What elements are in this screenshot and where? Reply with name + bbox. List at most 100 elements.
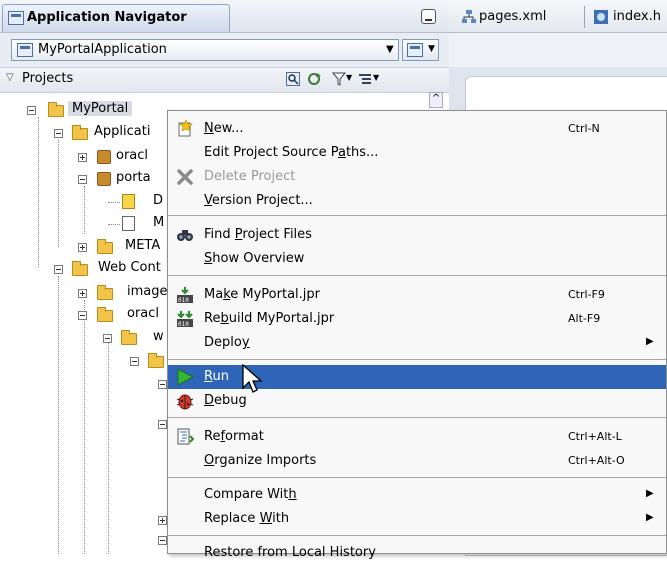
menu-separator bbox=[168, 535, 666, 536]
chevron-up-icon: ^ bbox=[432, 93, 441, 104]
menu-item-find-project-files[interactable]: Find Project Files bbox=[168, 223, 666, 247]
editor-toolbar bbox=[449, 33, 667, 67]
tree-node-file[interactable]: D bbox=[0, 191, 167, 213]
menu-item-organize-imports[interactable]: Organize Imports Ctrl+Alt-O bbox=[168, 449, 666, 473]
binoculars-icon bbox=[177, 230, 193, 241]
collapse-icon[interactable] bbox=[78, 311, 87, 320]
refresh-icon[interactable] bbox=[307, 72, 321, 86]
menu-item-compare-with[interactable]: Compare With ▶ bbox=[168, 483, 666, 507]
projects-label: Projects bbox=[22, 71, 74, 86]
tree-node-file[interactable]: M bbox=[0, 213, 167, 235]
menu-separator bbox=[168, 275, 666, 276]
menu-item-restore-from-local-history[interactable]: Restore from Local History bbox=[168, 541, 666, 565]
application-selector[interactable]: MyPortalApplication ▼ bbox=[11, 39, 399, 61]
tree-node-webcenter-folder[interactable]: w bbox=[0, 327, 167, 349]
menu-item-version-project[interactable]: Version Project... bbox=[168, 189, 666, 213]
menu-item-make[interactable]: 010 Make MyPortal.jpr Ctrl-F9 bbox=[168, 283, 666, 307]
folder-icon bbox=[121, 330, 137, 345]
folder-icon bbox=[72, 125, 88, 140]
menu-item-label: Run bbox=[204, 369, 229, 384]
filter-icon[interactable] bbox=[332, 72, 346, 86]
view-options-dropdown-icon[interactable]: ▼ bbox=[373, 73, 379, 82]
navigator-tab-title: Application Navigator bbox=[27, 10, 187, 25]
menu-item-delete-project[interactable]: Delete Project bbox=[168, 165, 666, 189]
file-icon bbox=[122, 216, 135, 231]
tree-node-label: MyPortal bbox=[68, 101, 133, 116]
dropdown-arrow-icon: ▼ bbox=[386, 44, 394, 55]
menu-separator bbox=[168, 477, 666, 478]
application-menu-button[interactable]: ▼ bbox=[402, 39, 439, 61]
jsf-page-icon bbox=[594, 10, 608, 24]
tree-node-label: M bbox=[153, 215, 165, 230]
menu-item-label: Compare With bbox=[204, 487, 297, 502]
collapse-icon[interactable] bbox=[54, 129, 63, 138]
menu-item-new[interactable]: New... Ctrl-N bbox=[168, 117, 666, 141]
navigator-tab-bar: Application Navigator bbox=[0, 0, 449, 33]
delete-icon bbox=[177, 169, 193, 185]
collapse-icon[interactable] bbox=[78, 175, 87, 184]
expand-icon[interactable] bbox=[78, 243, 87, 252]
menu-item-edit-project-source-paths[interactable]: Edit Project Source Paths... bbox=[168, 141, 666, 165]
editor-tab-label: index.h bbox=[613, 9, 661, 24]
new-gallery-icon bbox=[178, 120, 193, 137]
package-icon bbox=[97, 150, 111, 164]
folder-icon bbox=[72, 261, 88, 276]
submenu-arrow-icon: ▶ bbox=[646, 336, 654, 347]
tree-node-myportal[interactable]: MyPortal bbox=[0, 99, 160, 121]
tree-node-label: oracl bbox=[127, 306, 160, 321]
expand-icon[interactable] bbox=[78, 289, 87, 298]
folder-icon bbox=[97, 307, 113, 322]
menu-item-label: Debug bbox=[204, 393, 247, 408]
menu-item-label: Deploy bbox=[204, 335, 250, 350]
tree-node-label: META bbox=[125, 238, 161, 253]
collapse-icon[interactable] bbox=[54, 265, 63, 274]
tree-node-package[interactable]: porta bbox=[0, 168, 167, 190]
tree-node-label: Applicati bbox=[94, 124, 151, 139]
search-icon[interactable] bbox=[286, 72, 300, 86]
collapse-icon[interactable] bbox=[158, 380, 167, 389]
filter-dropdown-icon[interactable]: ▼ bbox=[346, 73, 352, 82]
menu-item-reformat[interactable]: Reformat Ctrl+Alt-L bbox=[168, 425, 666, 449]
menu-item-label: Edit Project Source Paths... bbox=[204, 145, 379, 160]
editor-tab-bar: pages.xml index.h bbox=[449, 0, 667, 33]
editor-tab-label: pages.xml bbox=[479, 9, 547, 24]
tree-node-images[interactable]: image bbox=[0, 282, 168, 304]
expand-icon[interactable] bbox=[158, 516, 167, 525]
view-options-icon[interactable] bbox=[358, 72, 372, 86]
menu-item-label: Make MyPortal.jpr bbox=[204, 287, 320, 302]
run-play-icon bbox=[177, 368, 194, 386]
tree-node-collapsed[interactable] bbox=[0, 350, 167, 372]
application-navigator-icon bbox=[8, 11, 24, 25]
menu-item-show-overview[interactable]: Show Overview bbox=[168, 247, 666, 271]
menu-item-shortcut: Ctrl-N bbox=[568, 122, 600, 135]
minimize-button[interactable] bbox=[421, 9, 436, 24]
collapse-icon[interactable] bbox=[103, 334, 112, 343]
tree-node-application-sources[interactable]: Applicati bbox=[0, 122, 167, 144]
collapse-icon[interactable] bbox=[27, 106, 36, 115]
menu-item-shortcut: Ctrl-F9 bbox=[568, 288, 605, 301]
menu-item-deploy[interactable]: Deploy ▶ bbox=[168, 331, 666, 355]
scroll-up-button[interactable]: ^ bbox=[429, 92, 443, 108]
menu-item-label: New... bbox=[204, 121, 244, 136]
menu-item-rebuild[interactable]: 010 Rebuild MyPortal.jpr Alt-F9 bbox=[168, 307, 666, 331]
collapse-projects-icon[interactable]: ▽ bbox=[6, 72, 14, 83]
tree-node-web-content[interactable]: Web Cont bbox=[0, 258, 167, 280]
collapse-icon[interactable] bbox=[158, 536, 167, 545]
folder-icon bbox=[97, 285, 113, 300]
collapse-icon[interactable] bbox=[158, 420, 167, 429]
collapse-icon[interactable] bbox=[130, 357, 139, 366]
expand-icon[interactable] bbox=[78, 153, 87, 162]
tree-node-oracle-folder[interactable]: oracl bbox=[0, 304, 167, 326]
mouse-cursor-icon bbox=[242, 364, 263, 393]
application-selector-bar: MyPortalApplication ▼ ▼ bbox=[0, 33, 449, 68]
package-icon bbox=[97, 172, 111, 186]
tree-node-package[interactable]: oracl bbox=[0, 146, 167, 168]
application-navigator-tab[interactable]: Application Navigator bbox=[2, 4, 230, 32]
menu-item-label: Delete Project bbox=[204, 169, 296, 184]
tree-node-label: D bbox=[153, 193, 164, 208]
tree-node-meta-inf[interactable]: META bbox=[0, 236, 167, 258]
tree-node-label: image bbox=[127, 284, 168, 299]
menu-separator bbox=[168, 417, 666, 418]
menu-item-replace-with[interactable]: Replace With ▶ bbox=[168, 507, 666, 531]
menu-item-shortcut: Alt-F9 bbox=[568, 312, 601, 325]
